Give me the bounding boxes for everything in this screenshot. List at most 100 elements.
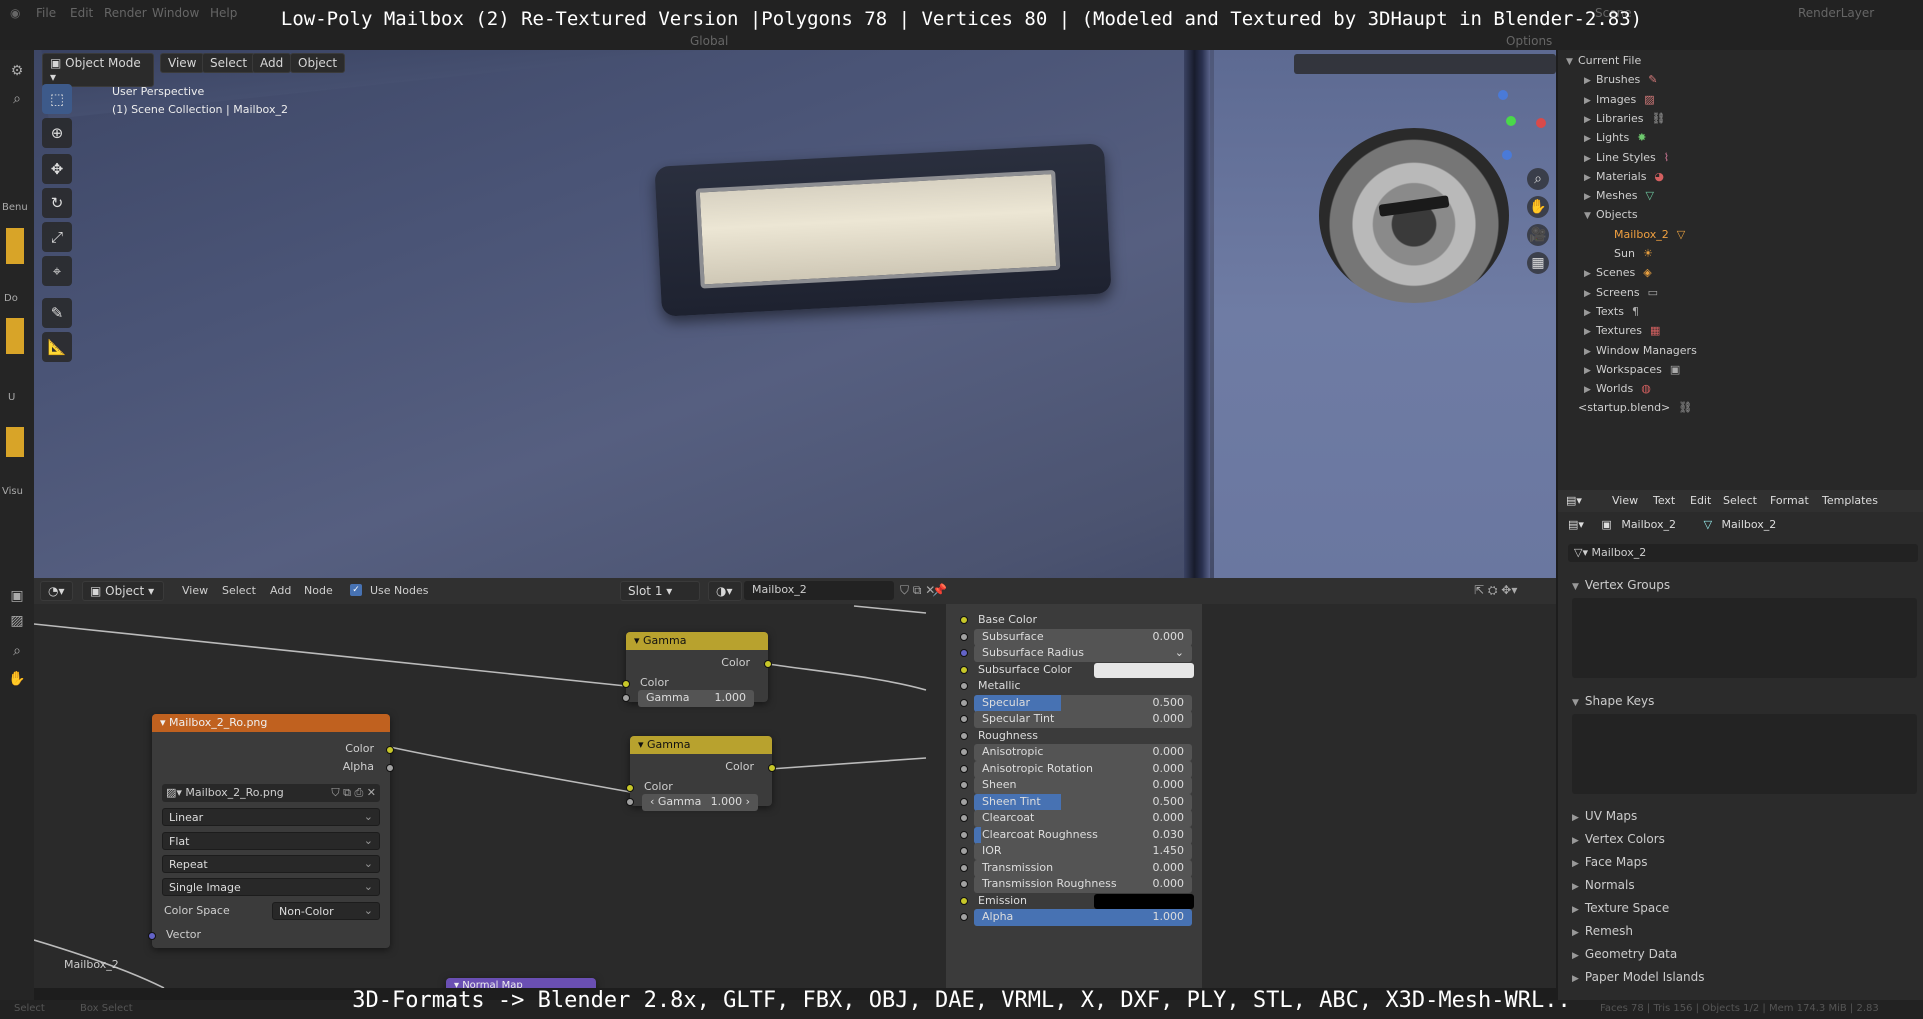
- disclosure-icon[interactable]: ▶: [1584, 366, 1596, 376]
- disclosure-icon[interactable]: ▶: [1584, 347, 1596, 357]
- bsdf-field-specular-tint[interactable]: Specular Tint 0.000: [974, 711, 1192, 728]
- bsdf-input-socket[interactable]: [960, 797, 968, 806]
- material-name-field[interactable]: Mailbox_2: [744, 581, 894, 600]
- gamma-node-1[interactable]: ▾ Gamma Color Color Gamma 1.000: [622, 632, 772, 707]
- mode-dropdown[interactable]: ▣ Object Mode ▾: [42, 53, 154, 87]
- bsdf-input-socket[interactable]: [960, 913, 968, 921]
- disclosure-icon[interactable]: ▶: [1584, 134, 1596, 144]
- outliner-item[interactable]: ▼ Current File: [1566, 54, 1641, 71]
- bsdf-field-clearcoat[interactable]: Clearcoat 0.000: [974, 810, 1192, 827]
- tex-color-output-socket[interactable]: [386, 746, 394, 754]
- pan-view-icon[interactable]: ✋: [1527, 196, 1549, 218]
- section-normals[interactable]: ▶ Normals: [1572, 878, 1635, 892]
- shader-node-editor[interactable]: ◔▾ ▣ Object ▾ View Select Add Node ✓ Use…: [34, 578, 1556, 988]
- bsdf-input-socket[interactable]: [960, 616, 968, 624]
- bsdf-field-subsurface[interactable]: Subsurface 0.000: [974, 628, 1192, 646]
- bsdf-input-socket[interactable]: [960, 880, 968, 888]
- zoom-view-icon[interactable]: ⌕: [1527, 168, 1549, 190]
- section-vertex-colors[interactable]: ▶ Vertex Colors: [1572, 832, 1665, 846]
- outliner-item[interactable]: ▶ Line Styles ⌇: [1584, 151, 1669, 168]
- outliner-item[interactable]: ▶ Texts ¶: [1584, 305, 1639, 322]
- editor-type-dropdown[interactable]: ◔▾: [40, 581, 73, 601]
- color-swatch[interactable]: [1094, 893, 1194, 909]
- outliner[interactable]: ▼ Current File ▶ Brushes ✎ ▶ Images ▨ ▶ Libraries…: [1558, 50, 1923, 490]
- normal-map-header[interactable]: ▾ Normal Map: [446, 978, 596, 988]
- gamma-2-output-socket[interactable]: [768, 764, 776, 772]
- outliner-item[interactable]: ▶ Lights ✸: [1584, 131, 1646, 148]
- node-menu-node[interactable]: Node: [304, 584, 333, 597]
- projection-dropdown[interactable]: Flat ⌄: [162, 832, 380, 850]
- bsdf-input-socket[interactable]: [960, 632, 968, 641]
- gamma-node-1-header[interactable]: ▾ Gamma: [626, 632, 768, 650]
- bsdf-field-ior[interactable]: IOR 1.450: [974, 843, 1192, 860]
- outliner-item[interactable]: ▶ Textures ▦: [1584, 324, 1660, 341]
- disclosure-icon[interactable]: ▼: [1584, 211, 1596, 221]
- outliner-item[interactable]: ▶ Images ▨: [1584, 93, 1655, 110]
- bsdf-input-socket[interactable]: [960, 649, 968, 657]
- ortho-grid-icon[interactable]: ▦: [1527, 252, 1549, 274]
- gamma-1-gamma-socket[interactable]: [622, 694, 630, 702]
- search-icon[interactable]: ⌕: [6, 88, 28, 110]
- outliner-item[interactable]: ▶ Meshes ▽: [1584, 189, 1654, 206]
- section-paper-model-islands[interactable]: ▶ Paper Model Islands: [1572, 970, 1705, 984]
- move-icon[interactable]: ✥: [42, 154, 72, 184]
- extension-dropdown[interactable]: Repeat ⌄: [162, 855, 380, 873]
- section-uv-maps[interactable]: ▶ UV Maps: [1572, 809, 1637, 823]
- node-menu-add[interactable]: Add: [270, 584, 291, 597]
- bsdf-input-socket[interactable]: [960, 715, 968, 723]
- mesh-datablock-selector[interactable]: ▽▾ Mailbox_2: [1568, 544, 1918, 562]
- hand-icon[interactable]: ✋: [6, 668, 28, 690]
- options-menu[interactable]: Options: [1506, 34, 1552, 48]
- bsdf-field-anisotropic[interactable]: Anisotropic 0.000: [974, 744, 1192, 761]
- editor-type-icon[interactable]: ▤▾: [1566, 494, 1582, 507]
- cursor-icon[interactable]: ⊕: [42, 118, 72, 148]
- tex-alpha-output-socket[interactable]: [386, 764, 394, 772]
- gamma-1-value-field[interactable]: Gamma 1.000: [638, 690, 754, 707]
- outliner-item[interactable]: <startup.blend> ⛓: [1566, 401, 1692, 418]
- props-menu-format[interactable]: Format: [1770, 494, 1809, 507]
- node-menu-select[interactable]: Select: [222, 584, 256, 597]
- viewport-menu-select[interactable]: Select: [202, 53, 256, 73]
- gizmo-y-icon[interactable]: [1506, 116, 1516, 126]
- outliner-item[interactable]: ▶ Window Managers: [1584, 344, 1697, 361]
- gizmo-negz-icon[interactable]: [1502, 150, 1512, 160]
- use-nodes-checkbox[interactable]: ✓: [350, 584, 362, 596]
- interpolation-dropdown[interactable]: Linear ⌄: [162, 808, 380, 826]
- bsdf-field-transmission-roughness[interactable]: Transmission Roughness 0.000: [974, 876, 1192, 893]
- props-menu-text[interactable]: Text: [1653, 494, 1675, 507]
- gamma-node-2[interactable]: ▾ Gamma Color Color ‹ Gamma 1.000 ›: [626, 736, 776, 811]
- disclosure-icon[interactable]: ▶: [1584, 269, 1596, 279]
- section-texture-space[interactable]: ▶ Texture Space: [1572, 901, 1669, 915]
- transform-orientation[interactable]: Global: [690, 34, 728, 48]
- section-shape-keys[interactable]: ▼ Shape Keys: [1572, 694, 1654, 708]
- disclosure-icon[interactable]: ▶: [1584, 173, 1596, 183]
- bsdf-field-subsurface-radius[interactable]: Subsurface Radius ⌄: [974, 645, 1192, 662]
- material-actions-icon[interactable]: ⛉ ⧉ ✕: [900, 583, 935, 598]
- vector-input-socket[interactable]: [148, 932, 156, 940]
- gamma-2-gamma-socket[interactable]: [626, 798, 634, 806]
- section-geometry-data[interactable]: ▶ Geometry Data: [1572, 947, 1677, 961]
- select-box-icon[interactable]: ⬚: [42, 84, 72, 114]
- section-remesh[interactable]: ▶ Remesh: [1572, 924, 1633, 938]
- node-menu-view[interactable]: View: [182, 584, 208, 597]
- gamma-1-output-socket[interactable]: [764, 660, 772, 668]
- material-browse-icon[interactable]: ◑▾: [708, 581, 742, 601]
- outliner-item[interactable]: ▶ Scenes ◈: [1584, 266, 1652, 283]
- image-browse-icon[interactable]: ▨▾: [166, 786, 185, 799]
- props-menu-select[interactable]: Select: [1723, 494, 1757, 507]
- viewport-menu-add[interactable]: Add: [252, 53, 292, 73]
- bsdf-input-socket[interactable]: [960, 698, 968, 707]
- rotate-icon[interactable]: ↻: [42, 188, 72, 218]
- 3d-viewport[interactable]: ▣ Object Mode ▾ View Select Add Object U…: [34, 50, 1556, 578]
- outliner-item[interactable]: ▶ Libraries ⛓: [1584, 112, 1665, 129]
- bsdf-input-socket[interactable]: [960, 764, 968, 773]
- bsdf-input-socket[interactable]: [960, 748, 968, 756]
- source-dropdown[interactable]: Single Image ⌄: [162, 878, 380, 896]
- bsdf-field-sheen[interactable]: Sheen 0.000: [974, 777, 1192, 794]
- bsdf-field-sheen-tint[interactable]: Sheen Tint 0.500: [974, 793, 1192, 811]
- image-datablock-field[interactable]: ▨▾ Mailbox_2_Ro.png ⛉ ⧉ ⎙ ✕: [162, 784, 380, 802]
- gamma-2-value-field[interactable]: ‹ Gamma 1.000 ›: [642, 794, 758, 811]
- outliner-item[interactable]: ▶ Brushes ✎: [1584, 73, 1657, 90]
- measure-icon[interactable]: 📐: [42, 332, 72, 362]
- outliner-item[interactable]: ▶ Screens ▭: [1584, 286, 1658, 303]
